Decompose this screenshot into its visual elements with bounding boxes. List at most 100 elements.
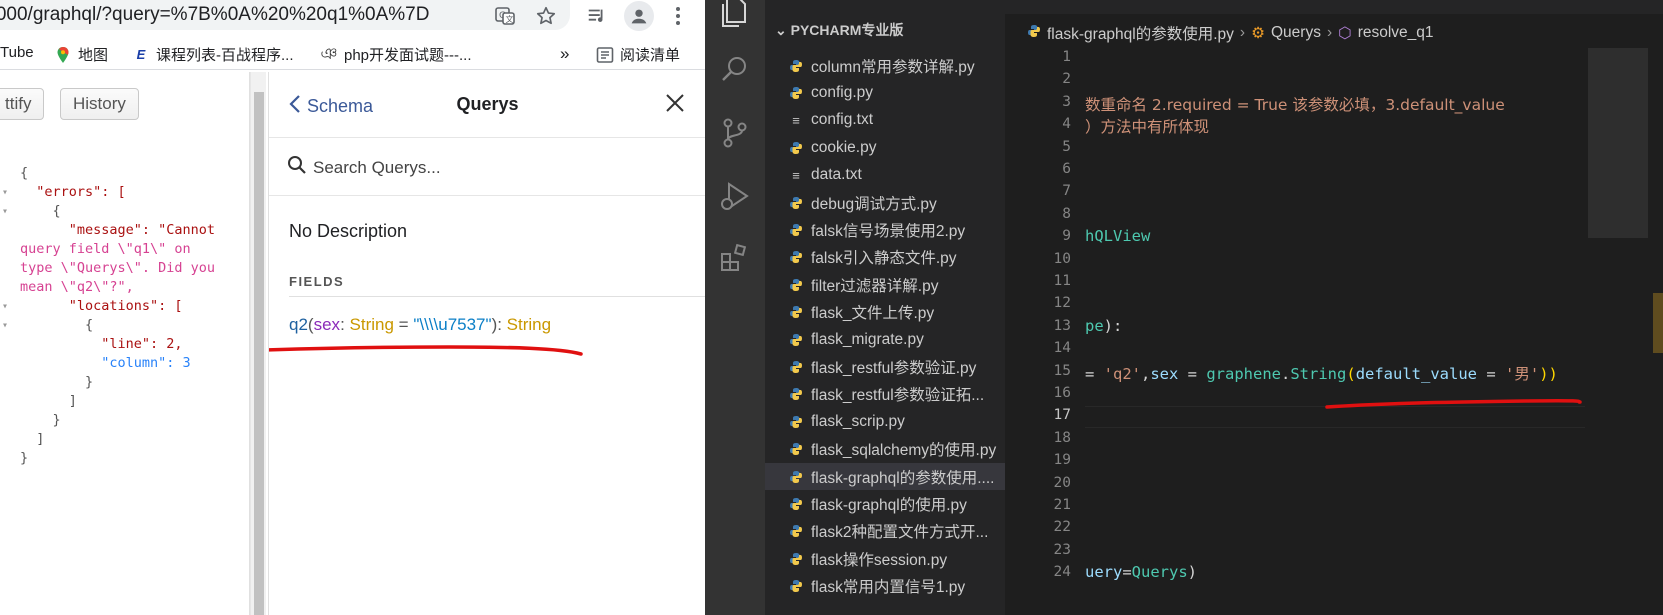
code-area[interactable]: 数重命名 2.required = True 该参数必填，3.default_v… — [1085, 48, 1585, 615]
line-number: 3 — [1062, 93, 1071, 110]
extensions-icon[interactable] — [717, 240, 753, 276]
prettify-button[interactable]: ttify — [0, 88, 45, 120]
result-line: query field \"q1\" on — [20, 241, 191, 257]
fold-icon[interactable]: ▾ — [2, 202, 8, 221]
explorer-section-header[interactable]: ⌄ PYCHARM专业版 — [765, 20, 1005, 44]
translate-icon[interactable]: G文 — [492, 3, 518, 29]
file-item[interactable]: flask_restful参数验证拓... — [765, 381, 1005, 408]
search-icon[interactable] — [717, 52, 753, 88]
text-file-icon: ≡ — [792, 167, 800, 183]
bookmark-maps[interactable]: 地图 — [54, 44, 108, 65]
close-icon[interactable] — [662, 90, 688, 116]
code-editor[interactable]: 1 2 3 4 5 6 7 8 9 10 11 12 13 14 15 16 17 18 19 20 21 22 23 24 … — [1005, 48, 1663, 615]
file-item[interactable]: ≡ data.txt — [765, 162, 1005, 189]
bookmark-php-interview[interactable]: ঞ php开发面试题---... — [320, 44, 472, 65]
line-number: 23 — [1053, 541, 1071, 558]
method-icon: ⬡ — [1338, 24, 1352, 42]
file-item[interactable]: filter过滤器详解.py — [765, 271, 1005, 298]
file-item[interactable]: column常用参数详解.py — [765, 52, 1005, 79]
bookmarks-bar: Tube 地图 E 课程列表-百战程序... ঞ php开发面试题---... … — [0, 38, 705, 70]
bookmark-reading-list[interactable]: 阅读清单 — [596, 44, 680, 65]
bookmark-course-list[interactable]: E 课程列表-百战程序... — [132, 44, 294, 65]
media-playlist-icon[interactable] — [584, 3, 610, 29]
file-item[interactable]: flask_migrate.py — [765, 326, 1005, 353]
doc-search-input[interactable] — [313, 154, 683, 182]
profile-avatar-icon[interactable] — [624, 1, 654, 31]
python-file-icon — [789, 524, 803, 538]
text-file-icon: ≡ — [792, 112, 800, 128]
file-item[interactable]: flask操作session.py — [765, 545, 1005, 572]
bookmarks-overflow-button[interactable]: » — [560, 44, 569, 64]
file-name: config.py — [811, 83, 874, 101]
result-scrollbar[interactable] — [250, 72, 266, 615]
file-name: flask2种配置文件方式开... — [811, 524, 989, 542]
file-name: flask常用内置信号1.py — [811, 579, 966, 597]
file-name: cookie.py — [811, 138, 877, 156]
code-line: = 'q2',sex = graphene.String(default_val… — [1085, 364, 1558, 383]
python-file-icon — [789, 552, 803, 566]
file-item[interactable]: ≡ config.txt — [765, 107, 1005, 134]
breadcrumb-class[interactable]: Querys — [1271, 24, 1321, 42]
python-file-icon — [789, 278, 803, 292]
python-file-icon — [789, 360, 803, 374]
result-line: "line": 2, — [20, 336, 183, 352]
fold-icon[interactable]: ▾ — [2, 297, 8, 316]
file-item[interactable]: flask_sqlalchemy的使用.py — [765, 436, 1005, 463]
line-number: 1 — [1062, 49, 1071, 65]
python-file-icon — [789, 579, 803, 593]
code-line: hQLView — [1085, 227, 1151, 246]
python-file-icon — [789, 86, 803, 100]
file-name: flask操作session.py — [811, 551, 948, 569]
line-number: 7 — [1062, 183, 1071, 200]
fold-icon[interactable]: ▾ — [2, 183, 8, 202]
minimap-viewport[interactable] — [1588, 48, 1648, 238]
file-name: debug调试方式.py — [811, 195, 937, 213]
file-item[interactable]: cookie.py — [765, 134, 1005, 161]
fold-icon[interactable]: ▾ — [2, 316, 8, 335]
result-pane: ttify History { ▾ "errors": [ ▾ { "messa… — [0, 72, 250, 615]
file-name: falsk引入静态文件.py — [811, 250, 957, 268]
file-item[interactable]: falsk信号场景使用2.py — [765, 216, 1005, 243]
file-item[interactable]: flask2种配置文件方式开... — [765, 518, 1005, 545]
arg-default-value: "\\\\u7537" — [413, 315, 492, 334]
file-item[interactable]: flask-graphql的使用.py — [765, 490, 1005, 517]
result-line: ] — [20, 393, 77, 409]
breadcrumb: flask-graphql的参数使用.py › ⚙ Querys › ⬡ res… — [1005, 20, 1663, 46]
bookmark-youtube[interactable]: Tube — [0, 44, 34, 61]
minimap[interactable] — [1588, 48, 1648, 615]
files-icon[interactable] — [717, 0, 753, 30]
return-type-link[interactable]: String — [507, 315, 551, 334]
result-json: { ▾ "errors": [ ▾ { "message": "Cannot q… — [0, 164, 245, 468]
breadcrumb-method[interactable]: resolve_q1 — [1358, 24, 1434, 42]
file-item[interactable]: flask常用内置信号1.py — [765, 573, 1005, 600]
editor-scrollbar[interactable] — [1649, 48, 1663, 615]
line-number: 22 — [1053, 519, 1071, 536]
field-name-link[interactable]: q2 — [289, 315, 308, 334]
file-item[interactable]: flask_scrip.py — [765, 408, 1005, 435]
line-number: 8 — [1062, 205, 1071, 222]
file-item[interactable]: flask_文件上传.py — [765, 299, 1005, 326]
file-item[interactable]: config.py — [765, 79, 1005, 106]
file-item[interactable]: debug调试方式.py — [765, 189, 1005, 216]
result-line: } — [20, 412, 61, 428]
arg-name: sex — [313, 315, 341, 334]
bookmark-star-icon[interactable] — [533, 3, 559, 29]
file-name: flask_sqlalchemy的使用.py — [811, 442, 997, 460]
file-item[interactable]: flask-graphql的参数使用.... — [765, 463, 1005, 490]
chevron-down-icon: ⌄ — [775, 22, 787, 38]
search-icon — [287, 155, 307, 180]
line-number: 11 — [1053, 273, 1071, 289]
history-button[interactable]: History — [60, 88, 139, 120]
browser-menu-icon[interactable] — [665, 3, 691, 29]
file-item[interactable]: flask_restful参数验证.py — [765, 353, 1005, 380]
url-field[interactable]: :5000/graphql/?query=%7B%0A%20%20q1%0A%7… — [0, 0, 570, 30]
activity-bar — [705, 0, 765, 615]
file-item[interactable]: falsk引入静态文件.py — [765, 244, 1005, 271]
arg-type-link[interactable]: String — [350, 315, 394, 334]
result-line: "column": 3 — [20, 355, 191, 371]
source-control-icon[interactable] — [717, 115, 753, 151]
url-text[interactable]: :5000/graphql/?query=%7B%0A%20%20q1%0A%7… — [0, 4, 429, 26]
scroll-thumb[interactable] — [254, 92, 264, 615]
run-debug-icon[interactable] — [717, 178, 753, 214]
breadcrumb-file[interactable]: flask-graphql的参数使用.py — [1047, 22, 1234, 44]
